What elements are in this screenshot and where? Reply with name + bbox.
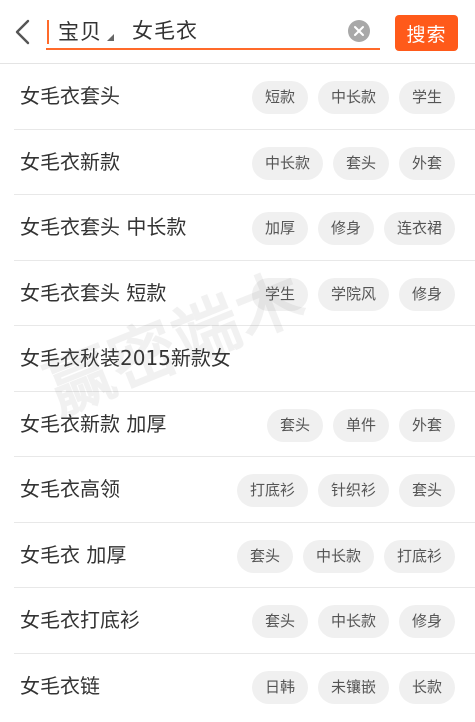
text-cursor — [47, 20, 49, 44]
search-input[interactable] — [132, 14, 332, 46]
suggestion-text: 女毛衣新款 加厚 — [20, 411, 167, 436]
suggestion-tag[interactable]: 中长款 — [317, 605, 389, 638]
suggestion-text: 女毛衣打底衫 — [20, 608, 140, 632]
suggestion-tag[interactable]: 中长款 — [317, 81, 389, 114]
suggestion-tag[interactable]: 修身 — [398, 605, 455, 638]
suggestion-tag[interactable]: 连衣裙 — [383, 212, 455, 245]
suggestion-tag[interactable]: 外套 — [398, 408, 455, 442]
suggestion-tag[interactable]: 学生 — [398, 81, 455, 114]
suggestion-tag[interactable]: 短款 — [251, 81, 308, 114]
suggestion-tag[interactable]: 针织衫 — [317, 474, 389, 507]
suggestion-tags: 加厚 修身 连衣裙 — [251, 212, 455, 245]
suggestion-tag[interactable]: 加厚 — [251, 212, 308, 245]
suggestion-tag[interactable]: 修身 — [317, 212, 374, 245]
suggestion-tag[interactable]: 修身 — [398, 277, 455, 311]
suggestion-row[interactable]: 女毛衣套头 短款 学生 学院风 修身 — [0, 261, 475, 327]
suggestion-text: 女毛衣秋装2015新款女 — [20, 346, 231, 370]
search-button[interactable]: 搜索 — [395, 15, 458, 51]
suggestion-tags: 日韩 未镶嵌 长款 — [251, 670, 455, 704]
suggestion-tags: 打底衫 针织衫 套头 — [236, 474, 455, 507]
suggestion-tag[interactable]: 日韩 — [251, 670, 308, 704]
suggestion-text: 女毛衣套头 中长款 — [20, 215, 187, 239]
search-scope-dropdown[interactable]: 宝贝 — [58, 16, 114, 46]
suggestion-tag[interactable]: 打底衫 — [383, 539, 455, 573]
suggestion-row[interactable]: 女毛衣高领 打底衫 针织衫 套头 — [0, 457, 475, 523]
suggestion-row[interactable]: 女毛衣 加厚 套头 中长款 打底衫 — [0, 523, 475, 589]
suggestion-tag[interactable]: 学生 — [251, 277, 308, 311]
suggestion-row[interactable]: 女毛衣新款 加厚 套头 单件 外套 — [0, 392, 475, 458]
suggestion-tag[interactable]: 套头 — [251, 605, 308, 638]
back-button[interactable] — [6, 14, 40, 50]
suggestion-tag[interactable]: 中长款 — [251, 146, 323, 180]
suggestion-tags: 学生 学院风 修身 — [251, 277, 455, 311]
chevron-left-icon — [15, 19, 30, 45]
suggestion-tag[interactable]: 未镶嵌 — [317, 670, 389, 704]
suggestion-tags: 短款 中长款 学生 — [251, 81, 455, 114]
suggestion-row[interactable]: 女毛衣新款 中长款 套头 外套 — [0, 130, 475, 196]
suggestion-tag[interactable]: 中长款 — [302, 539, 374, 573]
search-suggest-page: 宝贝 搜索 女毛衣套头短款中长款学生女毛衣新款中长款套头外套女毛衣套头 中长款加… — [0, 0, 475, 722]
suggestion-tag[interactable]: 学院风 — [317, 277, 389, 311]
suggestion-text: 女毛衣链 — [20, 673, 100, 698]
search-scope-label: 宝贝 — [58, 20, 102, 44]
suggestion-tags: 套头 单件 外套 — [266, 408, 455, 442]
suggestion-tag[interactable]: 单件 — [332, 408, 389, 442]
suggestion-row[interactable]: 女毛衣链 日韩 未镶嵌 长款 — [0, 654, 475, 720]
suggestion-tag[interactable]: 长款 — [398, 670, 455, 704]
suggestion-tags: 中长款 套头 外套 — [251, 146, 455, 180]
search-box: 宝贝 — [46, 12, 380, 50]
suggestion-text: 女毛衣套头 短款 — [20, 280, 167, 305]
suggestion-tags: 套头 中长款 打底衫 — [236, 539, 455, 573]
suggestion-text: 女毛衣套头 — [20, 84, 120, 108]
suggestion-text: 女毛衣高领 — [20, 477, 120, 501]
suggestion-tag[interactable]: 套头 — [236, 539, 293, 573]
suggestion-tag[interactable]: 套头 — [266, 408, 323, 442]
clear-button[interactable] — [348, 20, 370, 42]
suggestion-tags: 套头 中长款 修身 — [251, 605, 455, 638]
suggestion-row[interactable]: 女毛衣打底衫 套头 中长款 修身 — [0, 588, 475, 654]
suggestion-text: 女毛衣 加厚 — [20, 542, 127, 567]
suggestion-list: 女毛衣套头 短款 中长款 学生 女毛衣新款 中长款 套头 外套 女毛衣套头 中长款 加厚 修身 连衣裙… — [0, 64, 475, 719]
suggestion-row[interactable]: 女毛衣套头 短款 中长款 学生 — [0, 64, 475, 130]
suggestion-row[interactable]: 女毛衣套头 中长款 加厚 修身 连衣裙 — [0, 195, 475, 261]
suggestion-row[interactable]: 女毛衣秋装2015新款女 — [0, 326, 475, 392]
suggestion-tag[interactable]: 套头 — [332, 146, 389, 180]
caret-down-icon — [107, 33, 114, 41]
suggestion-text: 女毛衣新款 — [20, 149, 120, 174]
suggestion-tag[interactable]: 打底衫 — [236, 474, 308, 507]
suggestion-tag[interactable]: 套头 — [398, 474, 455, 507]
close-icon — [354, 26, 364, 36]
suggestion-tag[interactable]: 外套 — [398, 146, 455, 180]
search-header: 宝贝 搜索 — [0, 0, 475, 64]
